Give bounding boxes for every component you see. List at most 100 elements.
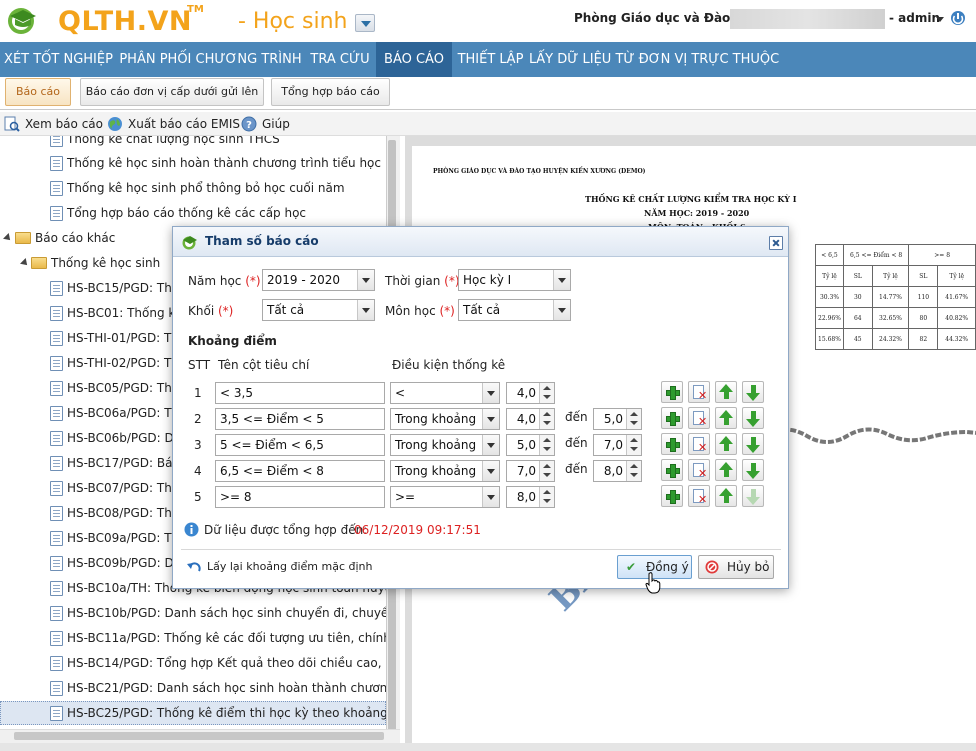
criterion-name-input[interactable]: < 3,5 (215, 382, 385, 404)
add-row-button[interactable] (661, 433, 683, 455)
move-up-button[interactable] (715, 381, 737, 403)
delete-row-button[interactable]: ✕ (688, 459, 710, 481)
logout-icon[interactable] (950, 10, 966, 26)
delete-row-button[interactable]: ✕ (688, 407, 710, 429)
time-select[interactable]: Học kỳ I (458, 269, 571, 291)
tree-item-label: HS-BC11a/PGD: Thống kê các đối tượng ưu … (67, 631, 386, 645)
stepper-arrows-icon[interactable] (539, 461, 554, 481)
year-select[interactable]: 2019 - 2020 (262, 269, 375, 291)
criterion-name-input[interactable]: 6,5 <= Điểm < 8 (215, 460, 385, 482)
value-from-stepper[interactable]: 5,0 (506, 434, 555, 456)
criterion-name-input[interactable]: 5 <= Điểm < 6,5 (215, 434, 385, 456)
chevron-down-icon[interactable] (553, 270, 570, 290)
tree-item-label: Báo cáo khác (35, 231, 116, 245)
row-stt: 5 (194, 490, 202, 504)
move-down-button[interactable] (742, 485, 764, 507)
folder-icon (15, 232, 31, 244)
chevron-down-icon[interactable] (482, 383, 499, 403)
chevron-down-icon[interactable] (357, 270, 374, 290)
stepper-arrows-icon[interactable] (539, 409, 554, 429)
criterion-name-input[interactable]: 3,5 <= Điểm < 5 (215, 408, 385, 430)
delete-row-button[interactable]: ✕ (688, 485, 710, 507)
value-from-stepper[interactable]: 8,0 (506, 486, 555, 508)
tab-subordinate-reports[interactable]: Báo cáo đơn vị cấp dưới gửi lên (80, 78, 264, 106)
move-down-button[interactable] (742, 381, 764, 403)
module-dropdown-button[interactable] (355, 14, 375, 32)
move-up-button[interactable] (715, 485, 737, 507)
move-down-button[interactable] (742, 459, 764, 481)
condition-select[interactable]: Trong khoảng (390, 434, 500, 456)
tab-summary-reports[interactable]: Tổng hợp báo cáo (271, 78, 390, 106)
help-button[interactable]: ? Giúp (241, 115, 291, 133)
stepper-arrows-icon[interactable] (626, 409, 641, 429)
dialog-titlebar[interactable]: Tham số báo cáo (173, 227, 788, 257)
move-down-button[interactable] (742, 407, 764, 429)
document-icon (50, 581, 63, 596)
add-row-button[interactable] (661, 459, 683, 481)
report-cell: 44.32% (937, 328, 976, 350)
nav-item-graduation[interactable]: XÉT TỐT NGHIỆP (0, 42, 117, 77)
move-up-button[interactable] (715, 459, 737, 481)
delete-row-button[interactable]: ✕ (688, 433, 710, 455)
delete-row-button[interactable]: ✕ (688, 381, 710, 403)
stepper-arrows-icon[interactable] (626, 435, 641, 455)
close-icon[interactable] (769, 236, 783, 250)
cancel-button[interactable]: Hủy bỏ (698, 555, 774, 579)
stepper-arrows-icon[interactable] (626, 461, 641, 481)
chevron-down-icon[interactable] (482, 487, 499, 507)
stepper-arrows-icon[interactable] (539, 487, 554, 507)
stepper-arrows-icon[interactable] (539, 435, 554, 455)
condition-select[interactable]: >= (390, 486, 500, 508)
hand-cursor-icon (645, 572, 661, 594)
chevron-down-icon[interactable] (357, 300, 374, 320)
value-from-stepper[interactable]: 4,0 (506, 382, 555, 404)
document-icon (50, 681, 63, 696)
stepper-arrows-icon[interactable] (539, 383, 554, 403)
expand-arrow-icon[interactable] (3, 233, 13, 243)
nav-item-curriculum[interactable]: PHÂN PHỐI CHƯƠNG TRÌNH (117, 42, 304, 77)
nav-item-reports[interactable]: BÁO CÁO (376, 42, 452, 77)
nav-item-fetch-data[interactable]: LẤY DỮ LIỆU TỪ ĐƠN VỊ TRỰC THUỘC (529, 42, 779, 77)
nav-item-lookup[interactable]: TRA CỨU (304, 42, 376, 77)
chevron-down-icon[interactable] (553, 300, 570, 320)
export-emis-button[interactable]: Xuất báo cáo EMIS (107, 115, 240, 133)
user-menu[interactable]: - admin (889, 11, 940, 25)
value-to-stepper[interactable]: 8,0 (593, 460, 642, 482)
col-header-name: Tên cột tiêu chí (218, 358, 310, 372)
to-label: đến (565, 436, 588, 450)
reset-ranges-label: Lấy lại khoảng điểm mặc định (207, 560, 373, 573)
move-up-button[interactable] (715, 407, 737, 429)
report-cell: 14.77% (871, 286, 910, 308)
move-up-button[interactable] (715, 433, 737, 455)
add-row-button[interactable] (661, 485, 683, 507)
department-name-redacted (730, 9, 885, 29)
view-report-button[interactable]: Xem báo cáo (4, 115, 103, 133)
document-icon (50, 181, 63, 196)
condition-select[interactable]: Trong khoảng (390, 460, 500, 482)
expand-arrow-icon[interactable] (20, 258, 30, 268)
value-to-stepper[interactable]: 7,0 (593, 434, 642, 456)
caret-down-icon[interactable] (936, 17, 944, 22)
nav-item-settings[interactable]: THIẾT LẬP (452, 42, 529, 77)
report-org: PHÒNG GIÁO DỤC VÀ ĐÀO TẠO HUYỆN KIẾN XƯƠ… (433, 168, 646, 175)
condition-select[interactable]: < (390, 382, 500, 404)
condition-select[interactable]: Trong khoảng (390, 408, 500, 430)
value-from-stepper[interactable]: 7,0 (506, 460, 555, 482)
move-down-button[interactable] (742, 433, 764, 455)
value-to-stepper[interactable]: 5,0 (593, 408, 642, 430)
value-from-stepper[interactable]: 4,0 (506, 408, 555, 430)
scrollbar-thumb[interactable] (14, 732, 384, 740)
chevron-down-icon[interactable] (482, 461, 499, 481)
chevron-down-icon[interactable] (482, 409, 499, 429)
add-row-button[interactable] (661, 381, 683, 403)
grade-select[interactable]: Tất cả (262, 299, 375, 321)
tab-reports[interactable]: Báo cáo (5, 78, 71, 106)
cancel-icon (705, 560, 719, 574)
report-header-cell: 6,5 <= Điểm < 8 (842, 244, 910, 266)
criterion-name-input[interactable]: >= 8 (215, 486, 385, 508)
add-row-button[interactable] (661, 407, 683, 429)
subject-select[interactable]: Tất cả (458, 299, 571, 321)
row-stt: 2 (194, 412, 202, 426)
module-title: - Học sinh (238, 9, 348, 34)
chevron-down-icon[interactable] (482, 435, 499, 455)
